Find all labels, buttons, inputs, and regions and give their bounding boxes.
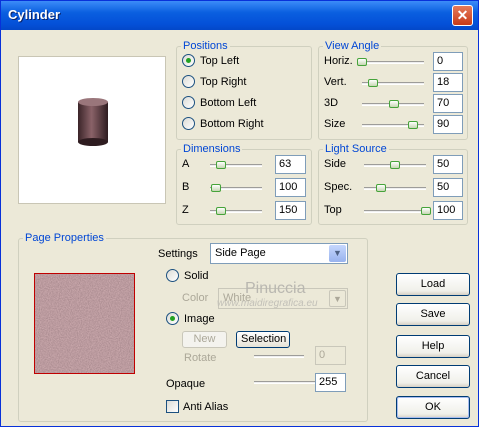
dimensions-slider-thumb[interactable] (216, 161, 227, 169)
light-source-slider-thumb[interactable] (421, 207, 431, 215)
position-label: Bottom Right (200, 117, 264, 130)
opaque-input[interactable]: 255 (315, 373, 346, 392)
radio-dot[interactable] (166, 269, 179, 282)
cancel-button[interactable]: Cancel (396, 365, 470, 388)
view-angle-vert-label: Vert. (324, 76, 347, 88)
watermark-url: www.maidiregrafica.eu (217, 298, 318, 309)
dimensions-value-input[interactable]: 63 (275, 155, 306, 174)
solid-radio[interactable]: Solid (166, 269, 208, 282)
save-button[interactable]: Save (396, 303, 470, 326)
light-source-slider-thumb[interactable] (390, 161, 400, 169)
dialog-client: Positions Top Left Top Right Bottom Left… (2, 30, 477, 425)
help-button[interactable]: Help (396, 335, 470, 358)
rotate-slider[interactable] (254, 355, 304, 358)
watermark-name: Pinuccia (245, 280, 306, 297)
light-source-slider[interactable] (364, 187, 426, 190)
color-label: Color (182, 292, 209, 304)
texture-image (35, 274, 134, 373)
radio-dot[interactable] (182, 96, 195, 109)
light-source-value-input[interactable]: 50 (433, 155, 463, 174)
position-bottom-left-radio[interactable]: Bottom Left (182, 96, 256, 109)
rotate-label: Rotate (184, 352, 217, 364)
position-label: Top Left (200, 54, 240, 67)
cylinder-preview (18, 56, 166, 204)
light-source-value-input[interactable]: 100 (433, 201, 463, 220)
light-source-value-input[interactable]: 50 (433, 178, 463, 197)
light-source-side-label: Side (324, 158, 347, 170)
view-angle-slider-thumb[interactable] (368, 79, 379, 87)
view-angle-slider-thumb[interactable] (407, 121, 418, 129)
cylinder-preview-icon (78, 98, 108, 146)
dimensions-a-label: A (182, 158, 190, 170)
anti-alias-label: Anti Alias (183, 400, 229, 413)
opaque-label: Opaque (166, 378, 206, 390)
close-button[interactable]: ✕ (452, 5, 473, 26)
view-angle-legend: View Angle (325, 40, 380, 52)
light-source-top-label: Top (324, 204, 342, 216)
rotate-input[interactable]: 0 (315, 346, 346, 365)
radio-dot[interactable] (182, 75, 195, 88)
new-button[interactable]: New (182, 331, 227, 348)
positions-legend: Positions (183, 40, 228, 52)
radio-dot[interactable] (166, 312, 179, 325)
settings-dropdown[interactable]: Side Page ▼ (210, 243, 348, 264)
position-label: Bottom Left (200, 96, 257, 109)
selection-button[interactable]: Selection (236, 331, 290, 348)
solid-label: Solid (184, 269, 209, 282)
view-angle-slider-thumb[interactable] (389, 100, 400, 108)
image-label: Image (184, 312, 215, 325)
view-angle-value-input[interactable]: 70 (433, 94, 463, 113)
dimensions-z-label: Z (182, 204, 189, 216)
view-angle-value-input[interactable]: 18 (433, 73, 463, 92)
light-source-spec-label: Spec. (324, 181, 353, 193)
page-properties-legend: Page Properties (25, 232, 104, 244)
dimensions-slider-thumb[interactable] (216, 207, 227, 215)
chevron-down-icon[interactable]: ▼ (329, 245, 346, 262)
title-bar[interactable]: Cylinder ✕ (1, 1, 478, 30)
settings-label: Settings (158, 248, 198, 260)
settings-value: Side Page (215, 247, 266, 259)
anti-alias-checkbox[interactable]: Anti Alias (166, 400, 228, 413)
window-title: Cylinder (8, 7, 61, 22)
light-source-legend: Light Source (325, 143, 387, 155)
image-radio[interactable]: Image (166, 312, 215, 325)
dimensions-slider-thumb[interactable] (211, 184, 222, 192)
position-top-right-radio[interactable]: Top Right (182, 75, 246, 88)
position-top-left-radio[interactable]: Top Left (182, 54, 239, 67)
ok-button[interactable]: OK (396, 396, 470, 419)
position-bottom-right-radio[interactable]: Bottom Right (182, 117, 264, 130)
dimensions-value-input[interactable]: 150 (275, 201, 306, 220)
light-source-slider-thumb[interactable] (376, 184, 387, 192)
cylinder-dialog: Cylinder ✕ Positions Top Left Top Right … (0, 0, 479, 427)
load-button[interactable]: Load (396, 273, 470, 296)
position-label: Top Right (200, 75, 247, 88)
view-angle-horiz-label: Horiz. (324, 55, 353, 67)
chevron-down-icon[interactable]: ▼ (329, 290, 346, 307)
radio-dot[interactable] (182, 117, 195, 130)
radio-dot[interactable] (182, 54, 195, 67)
view-angle-slider-thumb[interactable] (357, 58, 367, 66)
view-angle-slider[interactable] (362, 61, 424, 64)
view-angle-value-input[interactable]: 0 (433, 52, 463, 71)
view-angle-value-input[interactable]: 90 (433, 115, 463, 134)
page-texture-swatch[interactable] (34, 273, 135, 374)
dimensions-value-input[interactable]: 100 (275, 178, 306, 197)
dimensions-legend: Dimensions (183, 143, 241, 155)
dimensions-b-label: B (182, 181, 190, 193)
view-angle-3d-label: 3D (324, 97, 339, 109)
view-angle-size-label: Size (324, 118, 346, 130)
light-source-slider[interactable] (364, 210, 426, 213)
checkbox-box[interactable] (166, 400, 179, 413)
